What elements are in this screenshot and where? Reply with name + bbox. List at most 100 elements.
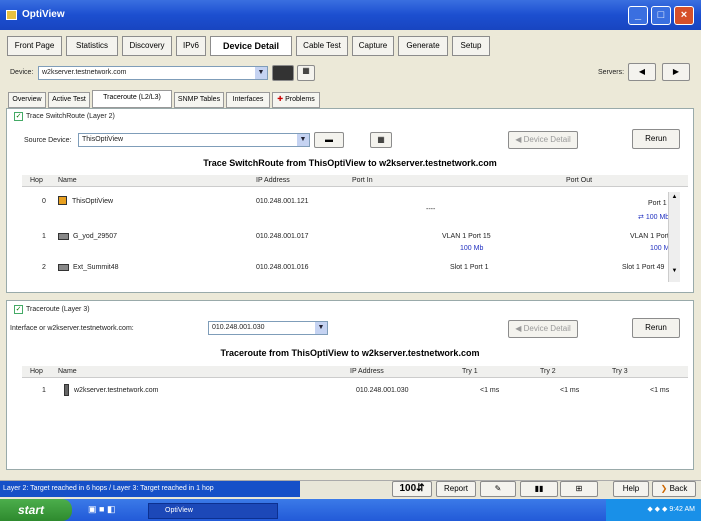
scroll-up-icon[interactable]: ▲	[670, 194, 679, 204]
chart-icon[interactable]: ▮▮	[520, 481, 558, 497]
port-out-cell: Slot 1 Port 49	[622, 264, 665, 271]
source-device-combo[interactable]: ThisOptiView ▼	[78, 133, 310, 147]
col-hop: Hop	[30, 368, 43, 375]
report-button[interactable]: Report	[436, 481, 476, 497]
status-message: Layer 2: Target reached in 6 hops / Laye…	[3, 485, 214, 492]
device-combo[interactable]: w2kserver.testnetwork.com ▼	[38, 66, 268, 80]
try1-cell: <1 ms	[480, 387, 500, 394]
setup-button[interactable]: Setup	[452, 36, 490, 56]
layer3-checkbox[interactable]: ✓	[14, 305, 23, 314]
name-cell[interactable]: G_yod_29507	[73, 233, 117, 240]
taskbar-optiview[interactable]: OptiView	[148, 503, 278, 519]
servers-label: Servers:	[598, 69, 625, 76]
col-ip: IP Address	[256, 177, 290, 184]
source-device-label: Source Device:	[24, 137, 72, 144]
chevron-down-icon[interactable]: ▼	[297, 134, 309, 146]
window-title: OptiView	[22, 9, 65, 20]
generate-button[interactable]: Generate	[398, 36, 448, 56]
tab-problems-label: Problems	[285, 96, 315, 103]
cable-test-button[interactable]: Cable Test	[296, 36, 348, 56]
tab-problems[interactable]: ✚ Problems	[272, 92, 320, 108]
switch-icon	[58, 264, 69, 271]
col-name: Name	[58, 368, 77, 375]
ip-cell: 010.248.001.016	[256, 264, 309, 271]
hop-cell: 1	[42, 387, 46, 394]
layer2-scrollbar[interactable]: ▲ ▼	[668, 192, 680, 282]
title-bar: OptiView _ □ ×	[0, 0, 701, 30]
interface-value: 010.248.001.030	[212, 324, 265, 331]
device-value: w2kserver.testnetwork.com	[42, 69, 127, 76]
layer3-rerun-button[interactable]: Rerun	[632, 318, 680, 338]
prev-server-button[interactable]: ◀	[628, 63, 656, 81]
chevron-down-icon[interactable]: ▼	[255, 67, 267, 79]
try3-cell: <1 ms	[650, 387, 670, 394]
device-grid-icon[interactable]: ▦	[297, 65, 315, 81]
zoom-value: 100	[399, 483, 417, 494]
minimize-button[interactable]: _	[628, 6, 648, 25]
col-name: Name	[58, 177, 77, 184]
layer2-checkbox[interactable]: ✓	[14, 112, 23, 121]
device-detail-button[interactable]: Device Detail	[210, 36, 292, 56]
chevron-down-icon[interactable]: ▼	[315, 322, 327, 334]
hop-cell: 2	[42, 264, 46, 271]
source-tool-icon[interactable]: ▬	[314, 132, 344, 148]
problems-icon: ✚	[277, 96, 284, 103]
discovery-button[interactable]: Discovery	[122, 36, 172, 56]
app-icon	[6, 10, 17, 20]
layer2-device-detail-label: Device Detail	[523, 135, 571, 144]
port-out-cell: Port 1	[648, 200, 667, 207]
clock: 9:42 AM	[669, 506, 695, 513]
back-arrow-icon: ❯	[660, 484, 668, 493]
hop-cell: 1	[42, 233, 46, 240]
statistics-button[interactable]: Statistics	[66, 36, 118, 56]
tab-overview[interactable]: Overview	[8, 92, 46, 108]
layer2-rerun-button[interactable]: Rerun	[632, 129, 680, 149]
port-out-speed-text: 100 Mb	[645, 214, 670, 221]
start-button[interactable]: start	[0, 499, 72, 521]
back-button[interactable]: ❯ Back	[652, 481, 696, 497]
layer3-device-detail-button[interactable]: ◀ Device Detail	[508, 320, 578, 338]
zoom-stepper-icon[interactable]: ⇵	[416, 483, 424, 494]
link-icon: ⇄	[638, 214, 644, 221]
close-button[interactable]: ×	[674, 6, 694, 25]
col-port-out: Port Out	[566, 177, 593, 184]
maximize-button[interactable]: □	[651, 6, 671, 25]
layer3-title: Traceroute (Layer 3)	[26, 306, 90, 313]
name-cell[interactable]: ThisOptiView	[72, 198, 113, 205]
help-button[interactable]: Help	[613, 481, 649, 497]
ipv6-button[interactable]: IPv6	[176, 36, 206, 56]
layer3-heading: Traceroute from ThisOptiView to w2kserve…	[220, 348, 480, 358]
port-in-cell: Slot 1 Port 1	[450, 264, 489, 271]
name-cell[interactable]: Ext_Summit48	[73, 264, 119, 271]
tab-interfaces[interactable]: Interfaces	[226, 92, 270, 108]
layer2-device-detail-button[interactable]: ◀ Device Detail	[508, 131, 578, 149]
col-ip: IP Address	[350, 368, 384, 375]
tray-icons[interactable]: ◆ ◆ ◆	[647, 506, 669, 513]
name-cell[interactable]: w2kserver.testnetwork.com	[74, 387, 158, 394]
switch-icon	[58, 233, 69, 240]
device-label: Device:	[10, 69, 34, 76]
tab-snmp-tables[interactable]: SNMP Tables	[174, 92, 224, 108]
capture-button[interactable]: Capture	[352, 36, 394, 56]
scroll-down-icon[interactable]: ▼	[670, 268, 679, 278]
quick-launch-icons[interactable]: ▣ ■ ◧	[88, 504, 115, 515]
network-icon[interactable]: ⊞	[560, 481, 598, 497]
zoom-control[interactable]: 100⇵	[392, 481, 432, 497]
ip-cell: 010.248.001.121	[256, 198, 309, 205]
front-page-button[interactable]: Front Page	[7, 36, 62, 56]
interface-combo[interactable]: 010.248.001.030 ▼	[208, 321, 328, 335]
port-in-cell: ----	[426, 206, 436, 213]
port-out-speed: ⇄ 100 Mb	[638, 213, 669, 221]
tab-active-test[interactable]: Active Test	[48, 92, 90, 108]
source-grid-icon[interactable]: ▦	[370, 132, 392, 148]
device-detail-icon: ◀	[515, 324, 522, 333]
try2-cell: <1 ms	[560, 387, 580, 394]
back-label: Back	[669, 484, 688, 493]
next-server-button[interactable]: ▶	[662, 63, 690, 81]
tab-traceroute[interactable]: Traceroute (L2/L3)	[92, 90, 172, 108]
ip-cell: 010.248.001.017	[256, 233, 309, 240]
port-in-cell: VLAN 1 Port 15	[442, 233, 491, 240]
col-try3: Try 3	[612, 368, 628, 375]
tool-icon[interactable]: ✎	[480, 481, 516, 497]
device-tool-icon[interactable]	[272, 65, 294, 81]
